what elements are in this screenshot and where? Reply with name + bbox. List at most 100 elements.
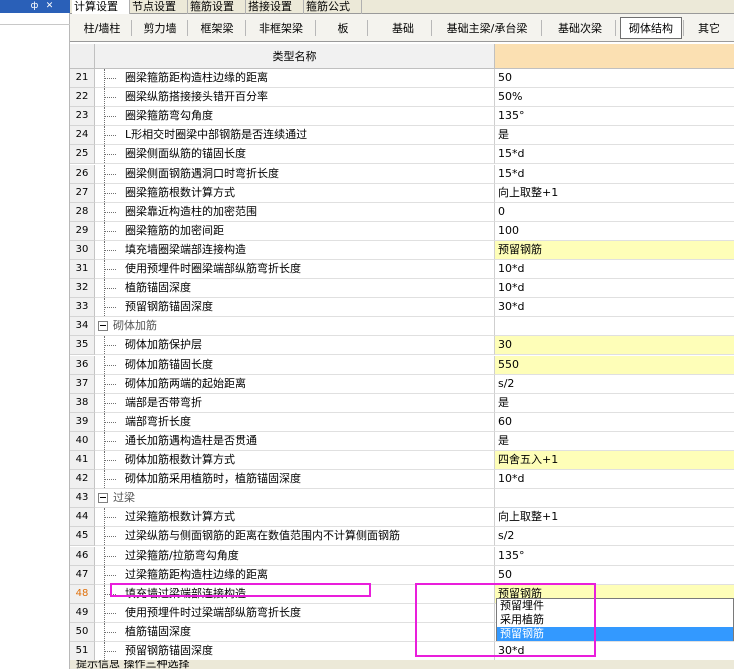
row-value-cell[interactable]: 60 xyxy=(495,413,734,432)
row-value-cell[interactable]: 10*d xyxy=(495,279,734,299)
pin-icon[interactable]: ф xyxy=(28,0,41,13)
table-row[interactable]: 23 圈梁箍筋弯勾角度 135° xyxy=(70,107,734,127)
row-value-cell[interactable]: 30*d xyxy=(495,298,734,318)
row-number: 42 xyxy=(70,470,95,490)
row-value-cell[interactable]: 是 xyxy=(495,394,734,413)
row-value-cell[interactable]: 15*d xyxy=(495,165,734,184)
row-value-cell[interactable]: 50 xyxy=(495,69,734,89)
sub-tab-separator xyxy=(683,20,684,36)
table-row[interactable]: 24 L形相交时圈梁中部钢筋是否连续通过 是 xyxy=(70,126,734,146)
table-row[interactable]: 38 端部是否带弯折 是 xyxy=(70,393,734,413)
row-number: 41 xyxy=(70,451,95,471)
row-label: 过梁纵筋与侧面钢筋的距离在数值范围内不计算侧面钢筋 xyxy=(125,529,400,543)
table-row[interactable]: 46 过梁箍筋/拉筋弯勾角度 135° xyxy=(70,546,734,566)
group-row[interactable]: 43 过梁 xyxy=(70,489,734,509)
column-header-value[interactable] xyxy=(495,44,734,69)
table-row[interactable]: 30 填充墙圈梁端部连接构造 预留钢筋 xyxy=(70,240,734,260)
table-row[interactable]: 21 圈梁箍筋距构造柱边缘的距离 50 xyxy=(70,69,734,89)
row-name-cell: 砌体加筋采用植筋时，植筋锚固深度 xyxy=(95,470,495,490)
row-value-cell[interactable]: s/2 xyxy=(495,527,734,547)
table-row[interactable]: 27 圈梁箍筋根数计算方式 向上取整+1 xyxy=(70,183,734,203)
top-tab-3[interactable]: 搭接设置 xyxy=(246,0,304,14)
row-number: 24 xyxy=(70,126,95,146)
row-value-cell[interactable]: 135° xyxy=(495,107,734,127)
row-name-cell: 圈梁箍筋的加密间距 xyxy=(95,221,495,241)
sub-tab-5[interactable]: 基础 xyxy=(376,17,430,39)
table-row[interactable]: 39 端部弯折长度 60 xyxy=(70,412,734,432)
top-tab-1[interactable]: 节点设置 xyxy=(130,0,188,14)
row-value-cell[interactable]: 是 xyxy=(495,432,734,451)
table-row[interactable]: 31 使用预埋件时圈梁端部纵筋弯折长度 10*d xyxy=(70,260,734,280)
sub-tab-4[interactable]: 板 xyxy=(320,17,366,39)
top-tab-bar: 计算设置 节点设置 箍筋设置 搭接设置 箍筋公式 xyxy=(70,0,734,14)
row-value-cell[interactable]: s/2 xyxy=(495,375,734,394)
row-value-cell[interactable]: 550 xyxy=(495,355,734,375)
row-value-cell[interactable]: 10*d xyxy=(495,470,734,490)
row-value-cell[interactable]: 向上取整+1 xyxy=(495,184,734,203)
row-label: L形相交时圈梁中部钢筋是否连续通过 xyxy=(125,128,308,142)
row-value-cell[interactable]: 50 xyxy=(495,566,734,585)
sub-tab-2[interactable]: 框架梁 xyxy=(190,17,244,39)
divider xyxy=(0,24,70,25)
row-value-cell[interactable]: 50% xyxy=(495,88,734,108)
table-row[interactable]: 37 砌体加筋两端的起始距离 s/2 xyxy=(70,374,734,394)
collapse-icon[interactable] xyxy=(98,493,108,504)
column-header-name[interactable]: 类型名称 xyxy=(95,44,495,69)
row-value-cell[interactable]: 10*d xyxy=(495,260,734,280)
group-row[interactable]: 34 砌体加筋 xyxy=(70,317,734,337)
table-row[interactable]: 25 圈梁侧面纵筋的锚固长度 15*d xyxy=(70,145,734,165)
top-tab-0[interactable]: 计算设置 xyxy=(72,0,130,14)
row-number: 22 xyxy=(70,88,95,108)
row-label: 圈梁箍筋距构造柱边缘的距离 xyxy=(125,71,268,84)
row-name-cell: 预留钢筋锚固深度 xyxy=(95,298,495,318)
sub-tab-9[interactable]: 其它 xyxy=(688,17,730,39)
table-row[interactable]: 35 砌体加筋保护层 30 xyxy=(70,336,734,356)
row-name-cell: 使用预埋件时圈梁端部纵筋弯折长度 xyxy=(95,260,495,280)
table-row[interactable]: 22 圈梁纵筋搭接接头错开百分率 50% xyxy=(70,88,734,108)
top-tab-2[interactable]: 箍筋设置 xyxy=(188,0,246,14)
top-tab-4[interactable]: 箍筋公式 xyxy=(304,0,362,14)
row-number: 38 xyxy=(70,393,95,413)
row-value-cell[interactable]: 100 xyxy=(495,222,734,241)
sub-tab-separator xyxy=(315,20,316,36)
table-row[interactable]: 40 通长加筋遇构造柱是否贯通 是 xyxy=(70,431,734,451)
sub-tab-6[interactable]: 基础主梁/承台梁 xyxy=(434,17,540,39)
table-row[interactable]: 41 砌体加筋根数计算方式 四舍五入+1 xyxy=(70,451,734,471)
table-row[interactable]: 28 圈梁靠近构造柱的加密范围 0 xyxy=(70,202,734,222)
row-number: 49 xyxy=(70,603,95,623)
row-number: 46 xyxy=(70,546,95,566)
row-label: 填充墙圈梁端部连接构造 xyxy=(125,242,246,256)
row-value-cell[interactable]: 15*d xyxy=(495,145,734,165)
sub-tab-0[interactable]: 柱/墙柱 xyxy=(74,17,130,39)
table-row[interactable]: 47 过梁箍筋距构造柱边缘的距离 50 xyxy=(70,565,734,585)
row-value-cell[interactable]: 是 xyxy=(495,126,734,146)
close-icon[interactable]: ✕ xyxy=(43,0,56,13)
sub-tab-8[interactable]: 砌体结构 xyxy=(620,17,682,39)
row-value-cell[interactable] xyxy=(495,489,734,509)
row-value-cell[interactable] xyxy=(495,317,734,337)
row-value-cell[interactable]: 向上取整+1 xyxy=(495,508,734,528)
table-row[interactable]: 42 砌体加筋采用植筋时，植筋锚固深度 10*d xyxy=(70,470,734,490)
row-value-cell[interactable]: 0 xyxy=(495,203,734,222)
tree-line xyxy=(104,460,116,461)
row-value-cell[interactable]: 30 xyxy=(495,336,734,356)
table-row[interactable]: 33 预留钢筋锚固深度 30*d xyxy=(70,298,734,318)
tree-line xyxy=(104,307,116,309)
sub-tab-1[interactable]: 剪力墙 xyxy=(134,17,186,39)
table-row[interactable]: 44 过梁箍筋根数计算方式 向上取整+1 xyxy=(70,508,734,528)
table-row[interactable]: 45 过梁纵筋与侧面钢筋的距离在数值范围内不计算侧面钢筋 s/2 xyxy=(70,527,734,547)
table-row[interactable]: 51 预留钢筋锚固深度 30*d xyxy=(70,642,734,662)
row-number: 25 xyxy=(70,145,95,165)
row-label: 砌体加筋采用植筋时，植筋锚固深度 xyxy=(125,472,301,486)
row-value-cell[interactable]: 四舍五入+1 xyxy=(495,451,734,471)
row-value-cell[interactable]: 预留钢筋 xyxy=(495,240,734,260)
collapse-icon[interactable] xyxy=(98,321,108,332)
row-value-cell[interactable]: 135° xyxy=(495,547,734,566)
table-row[interactable]: 26 圈梁侧面钢筋遇洞口时弯折长度 15*d xyxy=(70,164,734,184)
table-row[interactable]: 36 砌体加筋锚固长度 550 xyxy=(70,355,734,375)
sub-tab-3[interactable]: 非框架梁 xyxy=(248,17,314,39)
table-row[interactable]: 29 圈梁箍筋的加密间距 100 xyxy=(70,221,734,241)
sub-tab-separator xyxy=(131,20,132,36)
table-row[interactable]: 32 植筋锚固深度 10*d xyxy=(70,279,734,299)
sub-tab-7[interactable]: 基础次梁 xyxy=(546,17,614,39)
